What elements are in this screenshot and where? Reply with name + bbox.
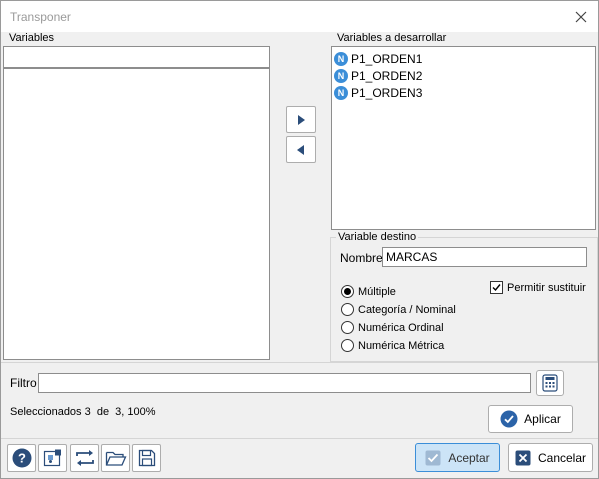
dialog-title: Transponer: [10, 10, 71, 24]
cancelar-button[interactable]: Cancelar: [508, 443, 593, 472]
close-icon: [575, 11, 587, 23]
numeric-variable-icon: N: [334, 85, 348, 100]
radio-numerica-ordinal[interactable]: Numérica Ordinal: [341, 321, 444, 334]
calculator-icon: [542, 374, 558, 392]
close-button[interactable]: [570, 6, 592, 28]
radio-categoria-nominal[interactable]: Categoría / Nominal: [341, 303, 456, 316]
help-icon: ?: [12, 448, 31, 468]
aplicar-button[interactable]: Aplicar: [488, 405, 573, 433]
checkmark-icon: [492, 284, 501, 292]
title-bar: Transponer: [1, 1, 598, 32]
save-icon: [138, 449, 155, 467]
list-item[interactable]: N P1_ORDEN3: [334, 84, 422, 101]
variables-list[interactable]: [3, 68, 270, 360]
list-item[interactable]: N P1_ORDEN2: [334, 67, 422, 84]
permitir-sustituir-checkbox[interactable]: Permitir sustituir: [490, 281, 586, 294]
variables-search-input[interactable]: [3, 46, 270, 68]
checkmark-icon: [425, 450, 441, 465]
aceptar-button[interactable]: Aceptar: [415, 443, 500, 472]
selection-status: Seleccionados 3 de 3, 100%: [10, 406, 156, 418]
open-folder-icon: [105, 451, 126, 466]
list-item[interactable]: N P1_ORDEN1: [334, 50, 422, 67]
radio-label: Múltiple: [358, 285, 396, 298]
save-button[interactable]: [132, 444, 161, 472]
refresh-icon: [75, 450, 94, 466]
checkbox-label: Permitir sustituir: [507, 281, 586, 294]
calculator-button[interactable]: [536, 370, 564, 396]
move-left-button[interactable]: [286, 136, 316, 163]
radio-label: Numérica Ordinal: [358, 321, 444, 334]
arrow-right-icon: [298, 114, 305, 125]
check-circle-icon: [500, 410, 518, 428]
variable-picker-button[interactable]: [38, 444, 67, 472]
radio-numerica-metrica[interactable]: Numérica Métrica: [341, 339, 444, 352]
variables-label: Variables: [7, 32, 57, 44]
aceptar-label: Aceptar: [448, 450, 490, 465]
divider: [1, 438, 598, 439]
list-item-label: P1_ORDEN3: [351, 85, 423, 100]
radio-button[interactable]: [341, 339, 354, 352]
aplicar-label: Aplicar: [524, 412, 561, 426]
desarrollar-label: Variables a desarrollar: [335, 32, 449, 44]
list-item-label: P1_ORDEN2: [351, 68, 423, 83]
checkbox[interactable]: [490, 281, 503, 294]
radio-button[interactable]: [341, 285, 354, 298]
nombre-label: Nombre: [340, 251, 383, 265]
numeric-variable-icon: N: [334, 68, 348, 83]
list-item-label: P1_ORDEN1: [351, 51, 423, 66]
radio-button[interactable]: [341, 321, 354, 334]
desarrollar-list[interactable]: N P1_ORDEN1 N P1_ORDEN2 N P1_ORDEN3: [331, 46, 596, 230]
radio-multiple[interactable]: Múltiple: [341, 285, 396, 298]
help-button[interactable]: ?: [7, 444, 36, 472]
filtro-label: Filtro: [10, 376, 37, 390]
variables-panel: Variables: [3, 32, 271, 360]
radio-label: Categoría / Nominal: [358, 303, 456, 316]
nombre-input[interactable]: [382, 247, 587, 267]
move-right-button[interactable]: [286, 106, 316, 133]
radio-button[interactable]: [341, 303, 354, 316]
variable-picker-icon: [43, 449, 61, 467]
svg-text:?: ?: [18, 451, 26, 466]
transponer-dialog: Transponer Variables Variables a desarro…: [0, 0, 599, 479]
cancel-icon: [515, 450, 531, 465]
arrow-left-icon: [297, 144, 304, 155]
cancelar-label: Cancelar: [537, 450, 587, 465]
variable-destino-label: Variable destino: [336, 231, 419, 243]
divider: [1, 362, 598, 363]
filtro-input[interactable]: [38, 373, 531, 393]
open-folder-button[interactable]: [101, 444, 130, 472]
numeric-variable-icon: N: [334, 51, 348, 66]
refresh-button[interactable]: [70, 444, 99, 472]
radio-label: Numérica Métrica: [358, 339, 445, 352]
